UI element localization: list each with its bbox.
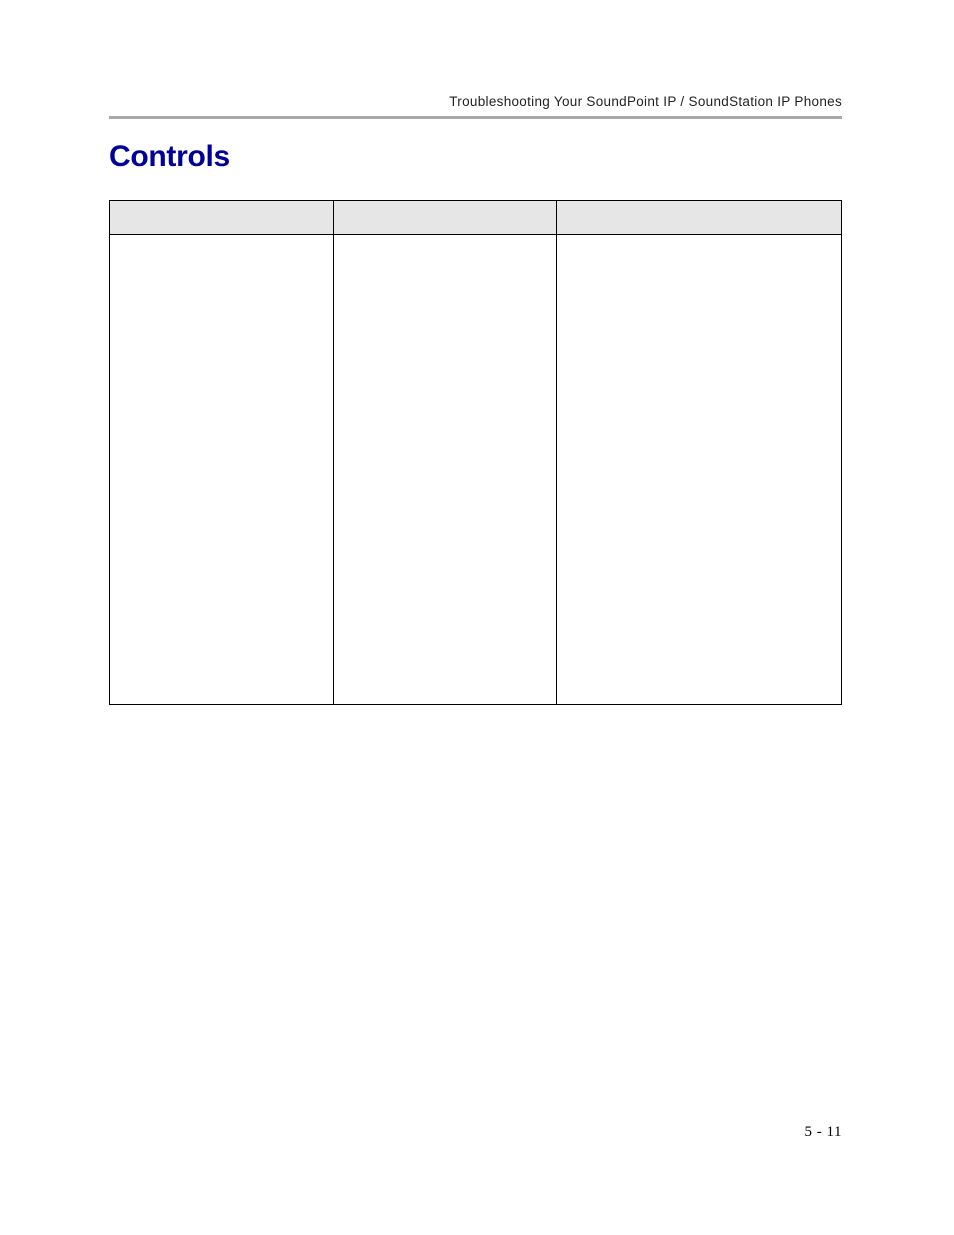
page-number: 5 - 11 <box>805 1124 842 1141</box>
running-header: Troubleshooting Your SoundPoint IP / Sou… <box>449 94 842 109</box>
header-divider <box>109 116 842 119</box>
table-cell <box>333 235 557 705</box>
table-header-row <box>110 201 842 235</box>
section-title: Controls <box>109 140 230 174</box>
table-row <box>110 235 842 705</box>
table-header-cell <box>333 201 557 235</box>
table-header-cell <box>110 201 334 235</box>
table-header-cell <box>557 201 842 235</box>
controls-table <box>109 200 842 705</box>
table-cell <box>557 235 842 705</box>
table-cell <box>110 235 334 705</box>
page: Troubleshooting Your SoundPoint IP / Sou… <box>109 0 842 1235</box>
